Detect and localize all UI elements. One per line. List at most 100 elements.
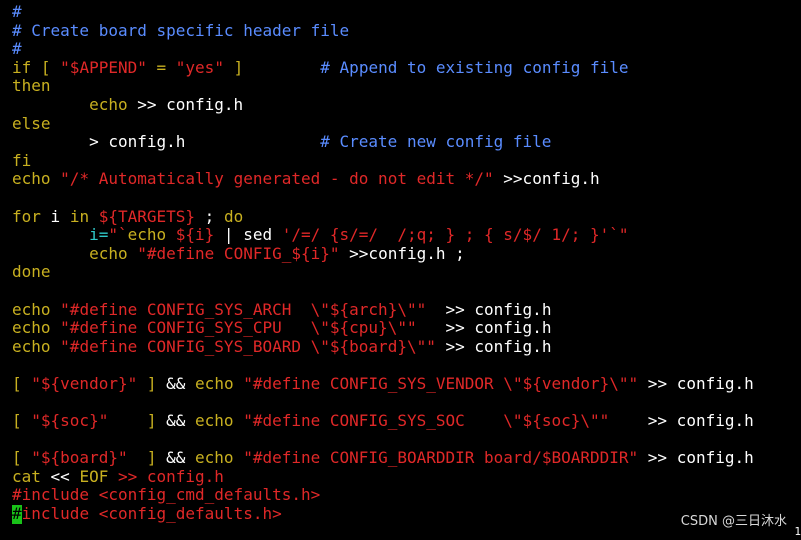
code-token-string: ${i} bbox=[175, 226, 215, 245]
code-token-string: "$APPEND" bbox=[60, 58, 147, 77]
code-token-string: "#define CONFIG_BOARDDIR board/$BOARDDIR… bbox=[243, 449, 639, 468]
code-token-string: `" bbox=[609, 226, 629, 245]
code-token-keyword: echo bbox=[12, 300, 51, 319]
code-token-string: "${board}" bbox=[31, 449, 128, 468]
code-token-string: "${soc}" bbox=[31, 412, 109, 431]
code-token-keyword: then bbox=[12, 77, 51, 96]
code-token-keyword: echo bbox=[89, 244, 128, 263]
code-token-text: && bbox=[166, 412, 196, 431]
code-token-string: "/* Automatically generated - do not edi… bbox=[60, 170, 494, 189]
code-token-string: "yes" bbox=[175, 58, 224, 77]
code-token-comment: # Create new config file bbox=[320, 133, 552, 152]
code-token-text: i bbox=[40, 207, 70, 226]
code-line: [ "${soc}" ] && echo "#define CONFIG_SYS… bbox=[12, 412, 801, 431]
code-token-keyword: echo bbox=[12, 319, 51, 338]
code-token-text: ; bbox=[195, 207, 224, 226]
code-token-keyword: echo bbox=[12, 170, 51, 189]
code-editor[interactable]: # # Create board specific header file # if … bbox=[12, 3, 801, 524]
code-token-keyword: done bbox=[12, 263, 51, 282]
code-token-string: '/=/ {s/=/ /;q; } ; { s/$/ 1/; }' bbox=[281, 226, 610, 245]
code-token-keyword: do bbox=[223, 207, 244, 226]
code-token-keyword: = bbox=[146, 58, 176, 77]
code-line: # bbox=[12, 3, 801, 22]
code-token-keyword: fi bbox=[12, 151, 32, 170]
code-token-text: >>config.h bbox=[493, 170, 600, 189]
code-line: else bbox=[12, 115, 801, 134]
code-token-keyword: cat bbox=[12, 467, 41, 486]
code-token-text: >> config.h bbox=[127, 95, 244, 114]
code-token-text: >> config.h bbox=[416, 319, 552, 338]
watermark: CSDN @三日沐水 bbox=[680, 514, 787, 529]
code-token-keyword: echo bbox=[12, 337, 51, 356]
code-line: echo >> config.h bbox=[12, 96, 801, 115]
code-line: if [ "$APPEND" = "yes" ] # Append to exi… bbox=[12, 59, 801, 78]
code-token-string: "#define CONFIG_SYS_SOC \"${soc}\"" bbox=[243, 412, 610, 431]
code-token-keyword: if [ bbox=[12, 58, 61, 77]
code-line: # Create board specific header file bbox=[12, 22, 801, 41]
code-token-keyword: for bbox=[12, 207, 41, 226]
code-token-comment: # Append to existing config file bbox=[320, 58, 629, 77]
code-token-text: | sed bbox=[214, 226, 282, 245]
code-token-keyword: ] bbox=[137, 374, 167, 393]
code-line: echo "#define CONFIG_SYS_BOARD \"${board… bbox=[12, 338, 801, 357]
code-token-comment: # Create board specific header file bbox=[12, 21, 350, 40]
code-token-preproc: #include <config_cmd_defaults.h> bbox=[12, 486, 321, 505]
code-token-text: >> config.h bbox=[638, 374, 754, 393]
code-token-keyword: else bbox=[12, 114, 51, 133]
code-token-keyword: ] bbox=[108, 412, 167, 431]
code-token-string: "#define CONFIG_SYS_BOARD \"${board}\"" bbox=[60, 337, 436, 356]
code-token-string: "#define CONFIG_SYS_CPU \"${cpu}\"" bbox=[60, 319, 417, 338]
code-token-string: "` bbox=[108, 226, 128, 245]
code-token-comment: # bbox=[12, 40, 22, 59]
code-line: i="`echo ${i} | sed '/=/ {s/=/ /;q; } ; … bbox=[12, 226, 801, 245]
code-token-keyword: [ bbox=[12, 412, 32, 431]
text-cursor: # bbox=[12, 505, 22, 524]
code-token-string: "#define CONFIG_SYS_VENDOR \"${vendor}\"… bbox=[243, 374, 639, 393]
code-token-text: >>config.h ; bbox=[339, 244, 465, 263]
code-token-string: ${TARGETS} bbox=[98, 207, 196, 226]
code-token-string: >> config.h bbox=[108, 467, 224, 486]
code-token-keyword: echo bbox=[127, 226, 167, 245]
code-token-text: >> config.h bbox=[609, 412, 754, 431]
code-token-keyword: [ bbox=[12, 374, 32, 393]
code-token-keyword: echo bbox=[195, 412, 234, 431]
code-token-keyword: EOF bbox=[79, 467, 109, 486]
code-token-text: >> config.h bbox=[435, 337, 552, 356]
code-token-keyword: echo bbox=[195, 374, 234, 393]
code-token-keyword: ] bbox=[223, 58, 321, 77]
code-token-keyword: echo bbox=[89, 95, 128, 114]
code-token-text: >> config.h bbox=[638, 449, 754, 468]
code-token-text: > config.h bbox=[12, 133, 321, 152]
terminal-window[interactable]: # # Create board specific header file # if … bbox=[0, 0, 801, 540]
code-token-keyword: ] bbox=[127, 449, 167, 468]
code-token-comment: # bbox=[12, 3, 22, 21]
code-line: then bbox=[12, 77, 801, 96]
code-token-text: && bbox=[166, 449, 196, 468]
code-line: echo "#define CONFIG_SYS_ARCH \"${arch}\… bbox=[12, 301, 801, 320]
code-line: echo "/* Automatically generated - do no… bbox=[12, 170, 801, 189]
code-token-string: "#define CONFIG_SYS_ARCH \"${arch}\"" bbox=[60, 300, 427, 319]
code-line: echo "#define CONFIG_SYS_CPU \"${cpu}\""… bbox=[12, 319, 801, 338]
code-token-keyword: in bbox=[69, 207, 90, 226]
code-line: > config.h # Create new config file bbox=[12, 133, 801, 152]
code-line: echo "#define CONFIG_${i}" >>config.h ; bbox=[12, 245, 801, 264]
scroll-indicator: 1 bbox=[794, 525, 801, 538]
